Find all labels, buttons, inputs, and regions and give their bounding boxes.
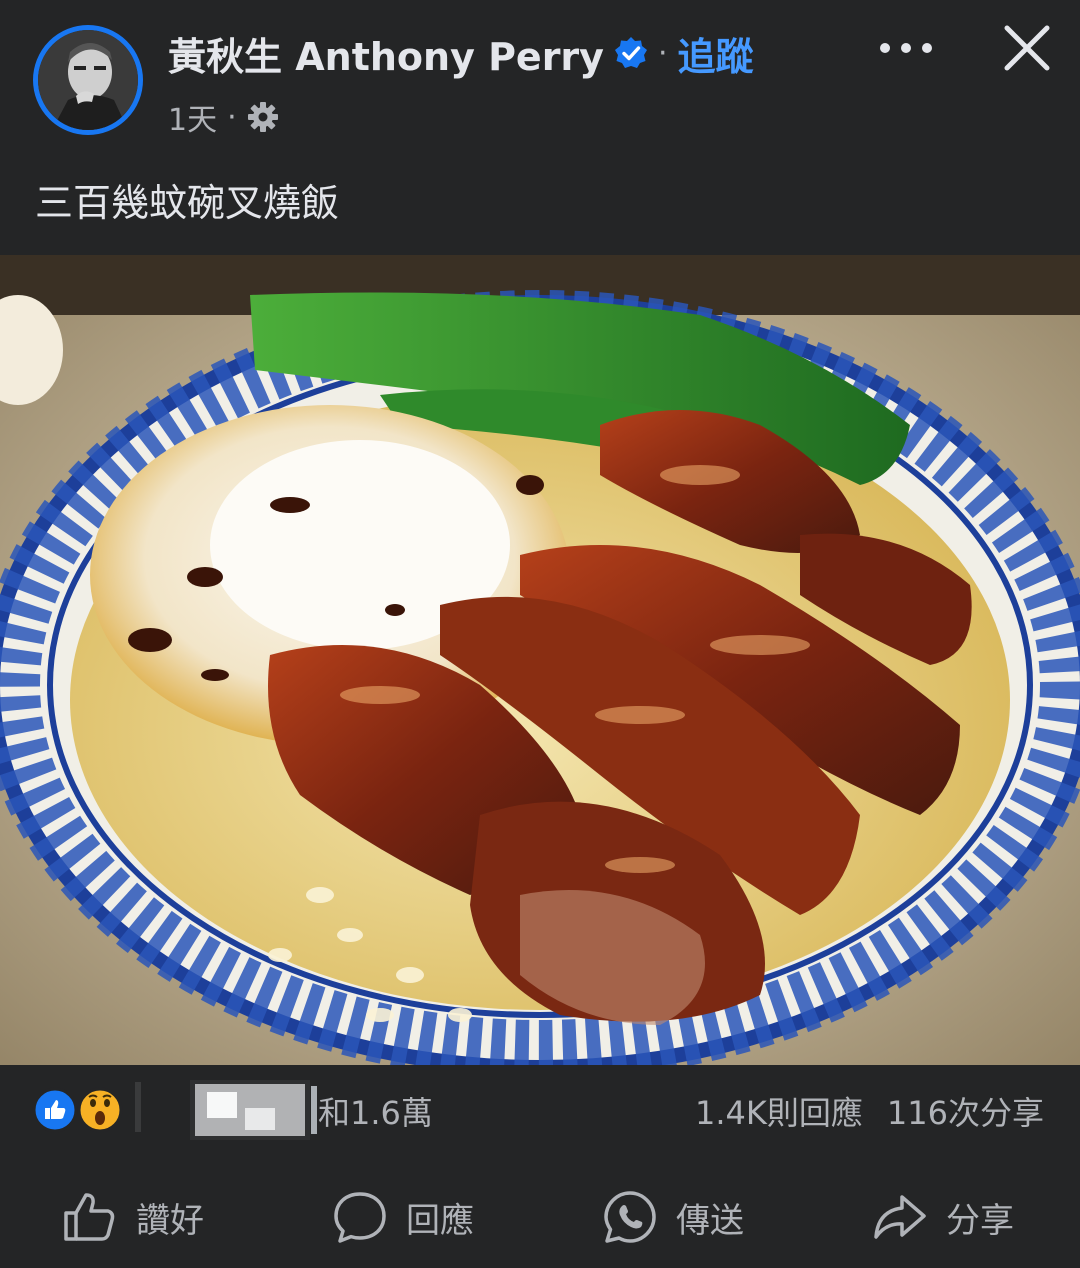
more-options-icon — [880, 43, 932, 53]
share-arrow-icon — [874, 1195, 926, 1239]
author-avatar[interactable] — [33, 25, 143, 135]
post-meta: 1天 · — [168, 95, 279, 139]
close-icon — [1004, 25, 1050, 71]
more-options-button[interactable] — [872, 24, 940, 72]
comment-label: 回應 — [406, 1200, 474, 1241]
wow-reaction-icon — [77, 1087, 123, 1133]
send-button[interactable]: 傳送 — [602, 1185, 744, 1249]
engagement-counts: 1.4K則回應 116次分享 — [695, 1088, 1044, 1134]
author-row: 黃秋生 Anthony Perry · 追蹤 — [168, 26, 754, 80]
send-label: 傳送 — [676, 1200, 744, 1241]
comment-count[interactable]: 1.4K則回應 — [695, 1088, 863, 1134]
post-photo[interactable] — [0, 255, 1080, 1065]
author-name[interactable]: 黃秋生 Anthony Perry — [168, 26, 604, 81]
post-caption: 三百幾蚊碗叉燒飯 — [35, 181, 340, 225]
like-button[interactable]: 讚好 — [62, 1185, 204, 1249]
verified-badge-icon — [614, 37, 647, 68]
share-button[interactable]: 分享 — [872, 1185, 1014, 1249]
reaction-icons[interactable] — [32, 1087, 132, 1133]
thumbs-up-icon — [64, 1193, 115, 1241]
avatar-portrait-image — [38, 30, 138, 130]
separator-dot: · — [657, 35, 668, 71]
comment-bubble-icon — [334, 1192, 386, 1243]
post-time[interactable]: 1天 — [168, 95, 217, 139]
separator-dot: · — [227, 99, 237, 135]
follow-button[interactable]: 追蹤 — [678, 26, 754, 81]
like-reaction-icon — [32, 1087, 78, 1133]
share-count[interactable]: 116次分享 — [887, 1088, 1044, 1134]
gear-icon[interactable] — [247, 101, 279, 133]
share-label: 分享 — [946, 1200, 1014, 1241]
reaction-count[interactable]: 和1.6萬 — [318, 1088, 433, 1134]
close-button[interactable] — [995, 16, 1059, 80]
blurred-names-redaction — [135, 1080, 317, 1140]
comment-button[interactable]: 回應 — [332, 1185, 474, 1249]
like-label: 讚好 — [136, 1200, 204, 1241]
whatsapp-icon — [604, 1191, 656, 1243]
char-siu-rice-bowl-image — [0, 255, 1080, 1065]
